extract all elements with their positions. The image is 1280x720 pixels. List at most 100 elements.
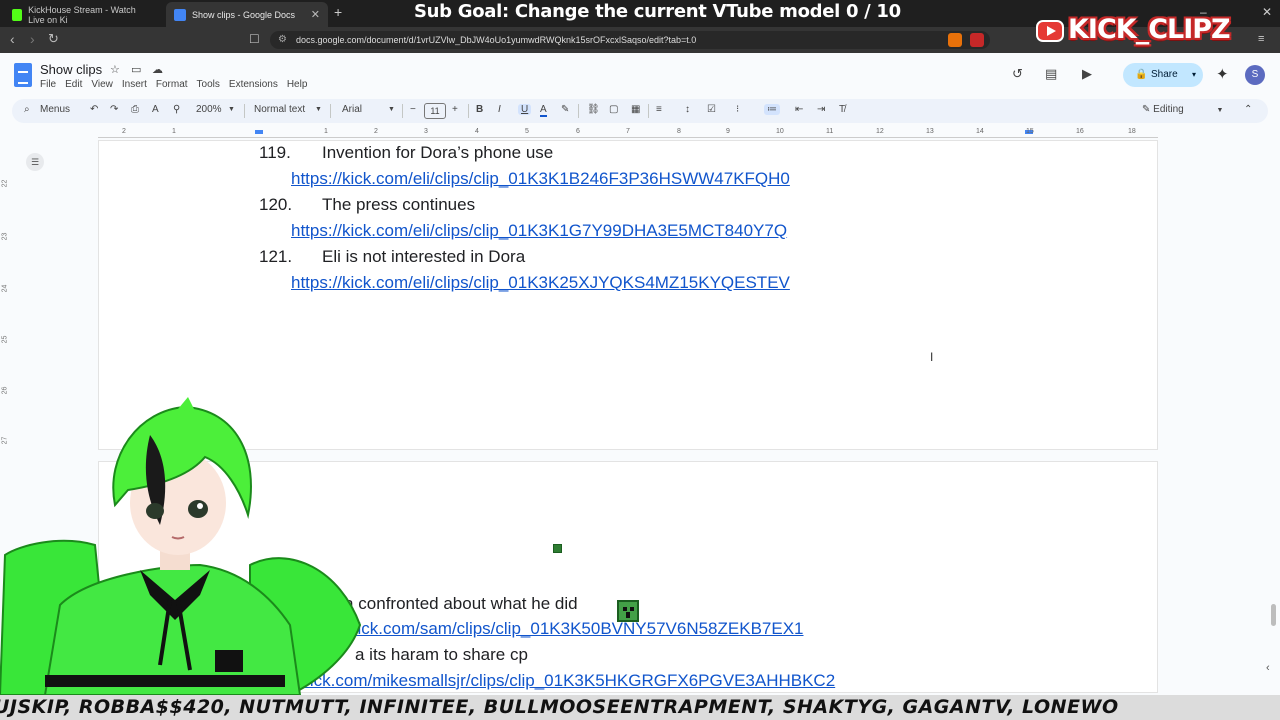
docs-logo-icon[interactable] — [14, 63, 32, 87]
toolbar-divider — [578, 104, 579, 118]
meet-icon[interactable]: ▶ — [1082, 66, 1092, 82]
italic-icon[interactable]: I — [498, 104, 501, 115]
extension-badge-icon[interactable] — [970, 33, 984, 47]
kick-favicon-icon — [12, 8, 23, 21]
supporter-ticker: UJSKIP, ROBBA$$420, NUTMUTT, INFINITEE, … — [0, 695, 1280, 720]
creeper-sprite-icon — [617, 600, 639, 622]
site-info-icon[interactable]: ⚙ — [278, 31, 287, 49]
reload-icon[interactable]: ↻ — [48, 31, 59, 47]
brave-shield-icon[interactable] — [948, 33, 962, 47]
clip-link[interactable]: https://kick.com/eli/clips/clip_01K3K25X… — [291, 273, 790, 293]
ruler-tick: 24 — [1, 284, 9, 293]
increase-indent-icon[interactable]: ⇥ — [817, 104, 825, 115]
spellcheck-icon[interactable]: A — [152, 104, 159, 115]
bookmark-icon[interactable]: ☐ — [249, 32, 260, 46]
chevron-down-icon: ▼ — [315, 106, 322, 113]
collapse-toolbar-icon[interactable]: ⌃ — [1244, 104, 1252, 115]
insert-image-icon[interactable]: ▦ — [631, 104, 640, 115]
undo-icon[interactable]: ↶ — [90, 104, 98, 115]
menu-help[interactable]: Help — [287, 79, 308, 90]
ruler-baseline — [98, 137, 1158, 138]
chevron-down-icon: ▼ — [228, 106, 235, 113]
close-tab-icon[interactable]: ✕ — [311, 8, 320, 21]
increase-font-icon[interactable]: + — [452, 104, 458, 115]
menu-edit[interactable]: Edit — [65, 79, 82, 90]
menu-file[interactable]: File — [40, 79, 56, 90]
menu-format[interactable]: Format — [156, 79, 188, 90]
menu-icon[interactable]: ≡ — [1258, 33, 1272, 47]
chevron-down-icon[interactable]: ▾ — [1192, 63, 1196, 87]
vtuber-avatar — [0, 397, 362, 695]
align-icon[interactable]: ≡ — [656, 104, 662, 115]
font-select[interactable]: Arial — [342, 104, 362, 115]
ruler-tick: 16 — [1076, 128, 1084, 135]
print-icon[interactable]: ⎙ — [131, 104, 139, 115]
ruler-tick: 2 — [374, 128, 378, 135]
highlight-icon[interactable]: ✎ — [561, 104, 569, 115]
avatar-strap — [45, 675, 285, 687]
document-title[interactable]: Show clips — [40, 62, 102, 77]
clip-link[interactable]: https://kick.com/eli/clips/clip_01K3K1G7… — [291, 221, 787, 241]
add-comment-icon[interactable]: ▢ — [609, 104, 618, 115]
decrease-font-icon[interactable]: − — [410, 104, 416, 115]
toolbar-divider — [468, 104, 469, 118]
menu-extensions[interactable]: Extensions — [229, 79, 278, 90]
underline-icon[interactable]: U — [518, 104, 532, 115]
line-spacing-icon[interactable]: ↕ — [685, 104, 690, 115]
list-item-title: The press continues — [322, 195, 476, 214]
ruler-tick: 25 — [1, 335, 9, 344]
numbered-list-icon[interactable]: ≔ — [764, 104, 780, 115]
version-history-icon[interactable]: ↺ — [1012, 66, 1023, 82]
menu-tools[interactable]: Tools — [197, 79, 220, 90]
decrease-indent-icon[interactable]: ⇤ — [795, 104, 803, 115]
ruler-tick: 22 — [1, 179, 9, 188]
side-panel-chevron-icon[interactable]: ‹ — [1266, 662, 1270, 674]
clip-link[interactable]: kick.com/sam/clips/clip_01K3K50BVNY57V6N… — [349, 619, 804, 639]
scrollbar-thumb[interactable] — [1271, 604, 1276, 626]
account-avatar[interactable]: S — [1245, 65, 1265, 85]
left-indent-marker[interactable] — [255, 130, 263, 134]
ruler-tick: 6 — [576, 128, 580, 135]
menu-view[interactable]: View — [91, 79, 113, 90]
checklist-icon[interactable]: ☑ — [707, 104, 716, 115]
list-number: 120. — [259, 195, 293, 214]
ruler-tick: 26 — [1, 386, 9, 395]
ruler-tick: 13 — [926, 128, 934, 135]
style-select[interactable]: Normal text — [254, 104, 305, 115]
share-button[interactable]: 🔒 Share ▾ — [1123, 63, 1203, 87]
list-item-title: Eli is not interested in Dora — [322, 247, 526, 266]
search-menus-label[interactable]: Menus — [40, 104, 70, 115]
gemini-icon[interactable]: ✦ — [1216, 65, 1229, 83]
browser-tab-docs[interactable]: Show clips - Google Docs ✕ — [166, 2, 328, 27]
ruler-tick: 8 — [677, 128, 681, 135]
ruler-tick: 5 — [525, 128, 529, 135]
forward-icon[interactable]: › — [30, 31, 35, 47]
browser-tab-kickhouse[interactable]: KickHouse Stream - Watch Live on Ki — [4, 2, 162, 27]
menu-insert[interactable]: Insert — [122, 79, 147, 90]
bulleted-list-icon[interactable]: ⁝ — [736, 104, 739, 115]
docs-header: Show clips ☆ ▭ ☁ File Edit View Insert F… — [0, 53, 1280, 99]
new-tab-icon[interactable]: + — [334, 4, 342, 20]
zoom-select[interactable]: 200% — [196, 104, 222, 115]
redo-icon[interactable]: ↷ — [110, 104, 118, 115]
text-color-icon[interactable]: A — [540, 104, 547, 117]
search-menus-icon[interactable]: ⌕ — [24, 104, 30, 115]
insert-link-icon[interactable]: ⛓ — [587, 104, 600, 115]
paint-format-icon[interactable]: ⚲ — [173, 104, 180, 115]
clip-link[interactable]: https://kick.com/eli/clips/clip_01K3K1B2… — [291, 169, 790, 189]
share-label: Share — [1151, 69, 1178, 80]
star-icon[interactable]: ☆ — [110, 63, 120, 76]
clear-formatting-icon[interactable]: T̸ — [839, 104, 845, 115]
window-close-icon[interactable]: ✕ — [1262, 5, 1272, 19]
back-icon[interactable]: ‹ — [10, 31, 15, 47]
ruler-tick: 15 — [1026, 128, 1034, 135]
move-folder-icon[interactable]: ▭ — [131, 63, 141, 76]
comments-icon[interactable]: ▤ — [1045, 66, 1057, 82]
document-outline-icon[interactable]: ☰ — [26, 153, 44, 171]
editing-mode-select[interactable]: ✎ Editing ▼ — [1142, 104, 1223, 115]
url-field[interactable]: ⚙ docs.google.com/document/d/1vrUZVlw_Db… — [270, 31, 990, 49]
bold-icon[interactable]: B — [476, 104, 483, 115]
cloud-saved-icon: ☁ — [152, 64, 163, 76]
font-size-field[interactable]: 11 — [424, 103, 446, 119]
text-cursor-icon: I — [930, 350, 934, 364]
